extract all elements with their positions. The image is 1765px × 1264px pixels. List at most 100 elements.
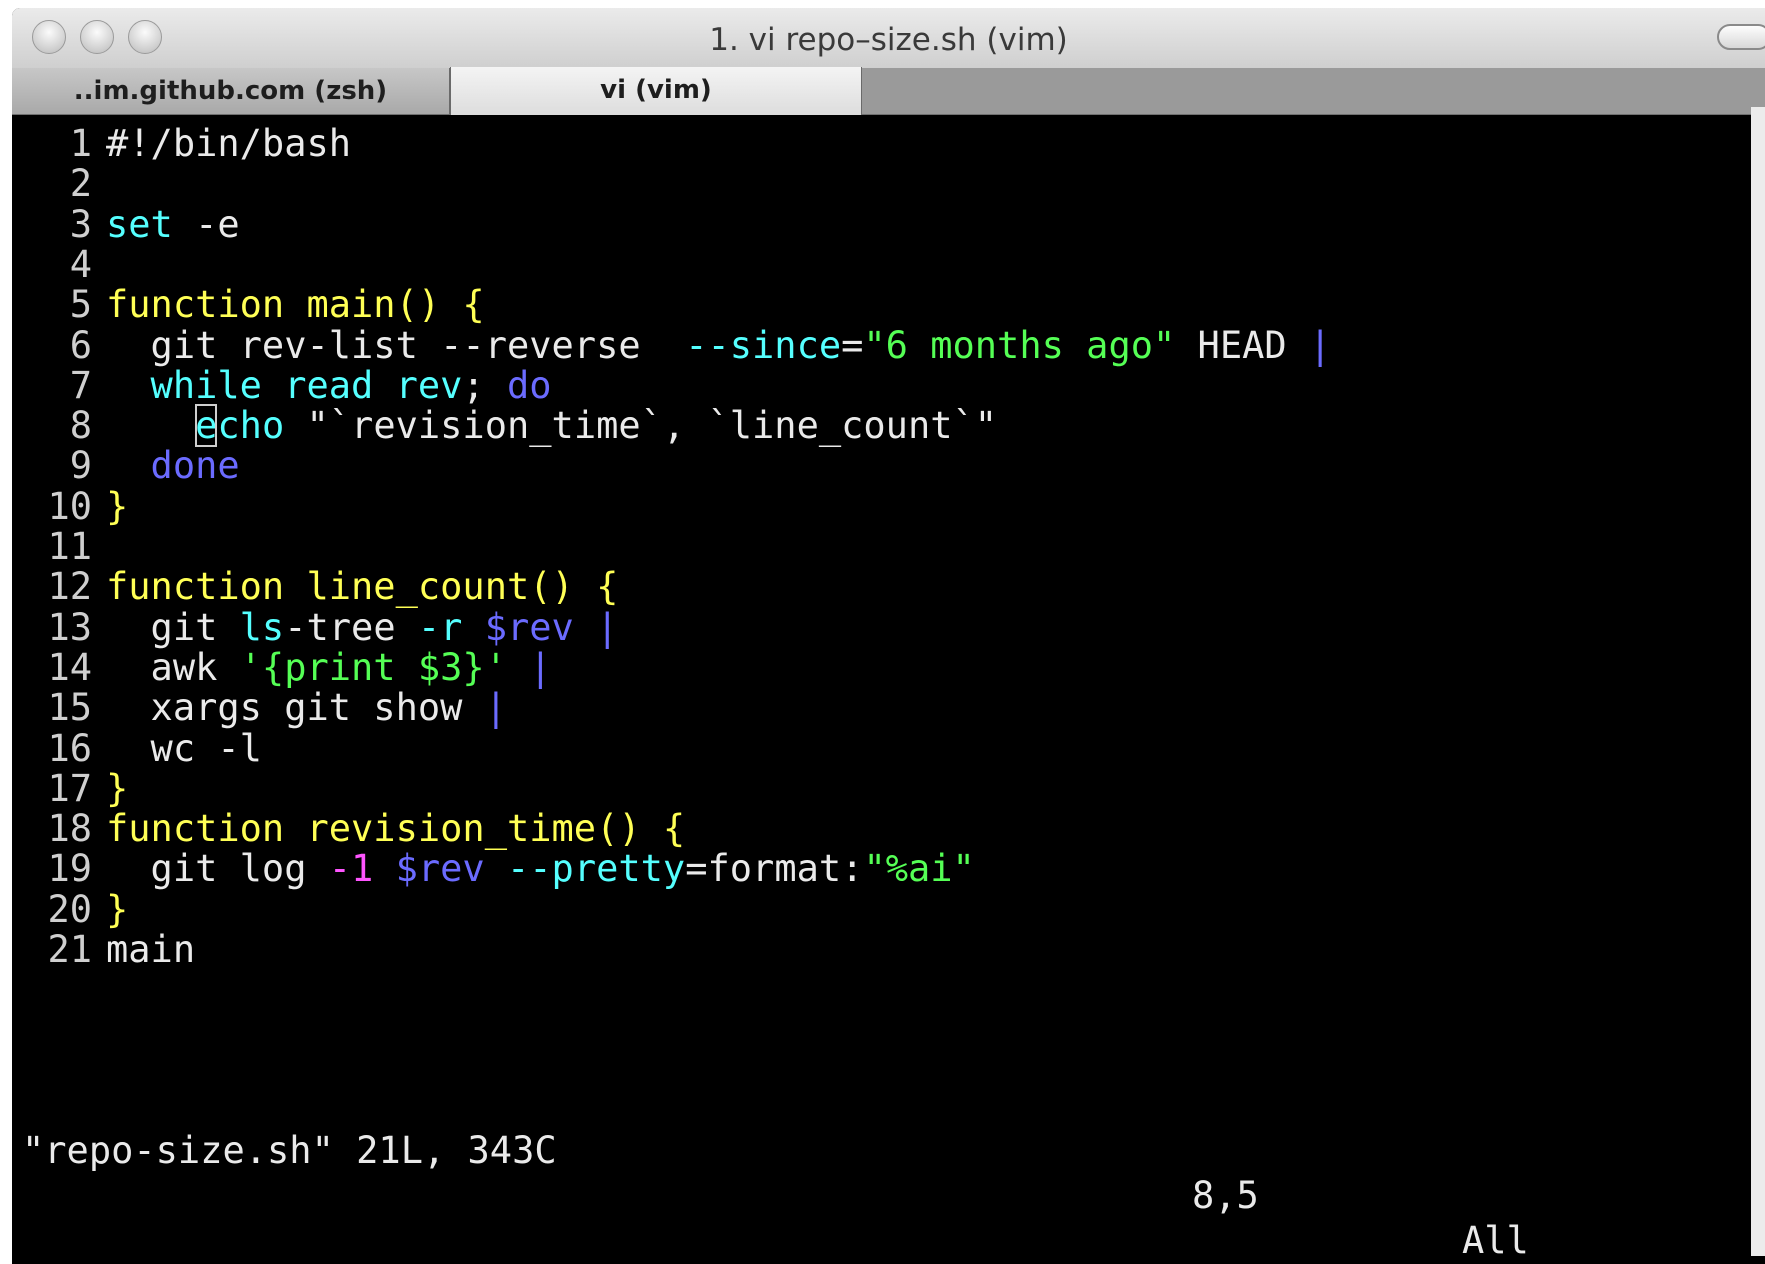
code-token: " xyxy=(306,404,329,448)
line-number: 2 xyxy=(69,162,92,206)
line-number: 5 xyxy=(69,283,92,327)
code-token: -1 xyxy=(328,847,374,891)
code-token: $rev xyxy=(484,605,574,649)
code-token: function revision_time() { xyxy=(106,807,686,851)
code-token: while read rev xyxy=(106,363,463,407)
code-line[interactable]: 4 xyxy=(20,242,106,287)
line-number: 4 xyxy=(69,242,92,286)
code-token: " xyxy=(974,404,998,448)
code-token: ; xyxy=(462,363,507,407)
code-line[interactable]: 12 function line_count() { xyxy=(20,564,618,609)
line-number: 11 xyxy=(47,525,92,568)
line-number: 18 xyxy=(47,807,92,851)
code-line[interactable]: 6 git rev-list --reverse --since="6 mont… xyxy=(20,323,1332,368)
code-token: | xyxy=(596,605,619,649)
code-token: } xyxy=(106,766,129,810)
code-line[interactable]: 18 function revision_time() { xyxy=(20,806,685,851)
code-token: -r xyxy=(417,605,463,649)
status-message: "repo-size.sh" 21L, 343C xyxy=(22,1129,557,1172)
scroll-indicator: All xyxy=(1462,1219,1529,1262)
line-number: 14 xyxy=(47,645,92,689)
tab-bar: ..im.github.com (zsh) vi (vim) xyxy=(12,67,1765,115)
code-line[interactable]: 2 xyxy=(20,161,106,206)
window-title: 1. vi repo–size.sh (vim) xyxy=(709,22,1068,58)
code-token: } xyxy=(106,484,129,528)
code-line[interactable]: 3 set -e xyxy=(20,202,240,247)
code-token: "%ai" xyxy=(863,847,975,891)
code-token: } xyxy=(106,887,129,931)
code-token: #!/bin/bash xyxy=(106,122,352,165)
code-line[interactable]: 15 xargs git show | xyxy=(20,685,507,730)
code-token: --pretty xyxy=(507,847,686,891)
code-line[interactable]: 19 git log -1 $rev --pretty=format:"%ai" xyxy=(20,846,975,891)
code-token: `revision_time`, `line_count` xyxy=(328,404,975,448)
code-token: function main() { xyxy=(106,283,485,327)
tab-vim[interactable]: vi (vim) xyxy=(450,67,862,115)
code-token: | xyxy=(529,645,552,689)
line-number: 10 xyxy=(47,484,92,528)
line-number: 6 xyxy=(69,323,92,367)
code-token: -e xyxy=(172,202,240,246)
code-token: done xyxy=(106,444,240,488)
vim-status-line: "repo-size.sh" 21L, 343C 8,5 All xyxy=(12,1083,1765,1262)
code-token: do xyxy=(506,363,552,407)
toolbar-toggle-button[interactable] xyxy=(1717,24,1765,50)
code-line[interactable]: 1 #!/bin/bash xyxy=(20,121,351,166)
title-bar[interactable]: 1. vi repo–size.sh (vim) xyxy=(12,8,1765,69)
code-line[interactable]: 10} xyxy=(20,484,128,529)
line-number: 21 xyxy=(47,928,92,971)
code-line[interactable]: 11 xyxy=(20,524,106,569)
code-line[interactable]: 16 wc -l xyxy=(20,726,262,771)
code-token: ls xyxy=(239,605,285,649)
code-token: git xyxy=(106,605,240,649)
line-number: 15 xyxy=(47,686,92,730)
code-token: wc -l xyxy=(106,726,262,770)
cursor-position: 8,5 xyxy=(1192,1174,1259,1217)
code-token: main xyxy=(106,928,196,971)
code-token: function line_count() { xyxy=(106,565,619,609)
line-number: 16 xyxy=(47,726,92,770)
code-token: xargs git show xyxy=(106,686,485,730)
code-line[interactable]: 5 function main() { xyxy=(20,282,485,327)
code-token: awk xyxy=(106,645,240,689)
code-line[interactable]: 8 echo "`revision_time`, `line_count`" xyxy=(20,403,997,448)
code-token: =format: xyxy=(685,847,864,891)
code-token: git rev-list --reverse xyxy=(106,323,686,367)
code-token: --since xyxy=(685,323,842,367)
code-token: git log xyxy=(106,847,329,891)
tab-zsh[interactable]: ..im.github.com (zsh) xyxy=(12,68,450,114)
line-number: 7 xyxy=(69,363,92,407)
code-line[interactable]: 21 main xyxy=(20,927,195,972)
code-token: = xyxy=(841,323,864,367)
code-line[interactable]: 9 done xyxy=(20,443,240,488)
line-number: 12 xyxy=(47,565,92,609)
line-number: 17 xyxy=(47,766,92,810)
code-token: | xyxy=(484,686,507,730)
line-number: 19 xyxy=(47,847,92,891)
code-line[interactable]: 13 git ls-tree -r $rev | xyxy=(20,605,618,650)
text-cursor: e xyxy=(195,404,218,448)
code-line[interactable]: 14 awk '{print $3}' | xyxy=(20,645,552,690)
code-token: HEAD xyxy=(1175,323,1309,367)
code-token: $rev xyxy=(395,847,485,891)
code-line[interactable]: 7 while read rev; do xyxy=(20,363,552,408)
code-token: -tree xyxy=(284,605,418,649)
code-line[interactable]: 20} xyxy=(20,887,128,932)
code-token: set xyxy=(106,202,173,246)
code-token: | xyxy=(1308,323,1332,367)
code-token: cho xyxy=(217,404,307,448)
line-number: 3 xyxy=(69,202,92,246)
line-number: 9 xyxy=(69,444,92,488)
code-token: '{print $3}' xyxy=(239,645,507,689)
line-number: 1 xyxy=(69,122,92,165)
code-token: "6 months ago" xyxy=(863,323,1176,367)
line-number: 13 xyxy=(47,605,92,649)
window-edge xyxy=(1751,107,1765,1256)
code-line[interactable]: 17} xyxy=(20,766,128,811)
